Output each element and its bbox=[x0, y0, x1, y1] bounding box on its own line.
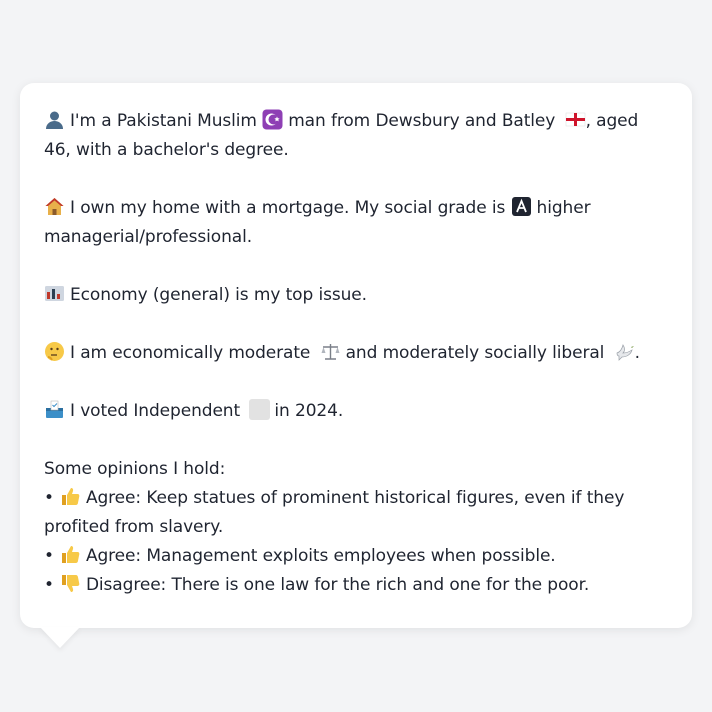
intro-paragraph: I'm a Pakistani Muslim man from Dewsbury… bbox=[44, 107, 668, 165]
house-icon bbox=[44, 196, 65, 217]
home-text-a: I own my home with a mortgage. My social… bbox=[70, 198, 506, 218]
thumbs-up-icon bbox=[60, 544, 81, 565]
opinions-heading: Some opinions I hold: bbox=[44, 459, 226, 479]
chart-card-icon bbox=[44, 283, 65, 304]
opinion-stance: Agree: bbox=[85, 546, 142, 566]
star-and-crescent-icon bbox=[262, 109, 283, 130]
bullet-marker: • bbox=[44, 488, 54, 508]
opinion-text: There is one law for the rich and one fo… bbox=[171, 575, 590, 595]
intro-text-a: I'm a Pakistani Muslim bbox=[70, 111, 257, 131]
thumbs-down-icon bbox=[60, 573, 81, 594]
ideology-text-a: I am economically moderate bbox=[70, 343, 311, 363]
vote-paragraph: I voted Independent in 2024. bbox=[44, 397, 668, 426]
bullet-marker: • bbox=[44, 546, 54, 566]
missing-party-icon bbox=[249, 399, 271, 420]
bubble-tail bbox=[40, 627, 80, 648]
person-silhouette-icon bbox=[44, 109, 65, 130]
opinion-text: Management exploits employees when possi… bbox=[146, 546, 556, 566]
balance-scale-icon bbox=[320, 341, 341, 362]
ideology-text-b: and moderately socially liberal bbox=[345, 343, 605, 363]
vote-text-b: in 2024. bbox=[274, 401, 344, 421]
thumbs-up-icon bbox=[60, 486, 81, 507]
issue-text: Economy (general) is my top issue. bbox=[70, 285, 367, 305]
dove-icon bbox=[614, 341, 635, 362]
bullet-marker: • bbox=[44, 575, 54, 595]
opinion-item: • Disagree: There is one law for the ric… bbox=[44, 571, 668, 600]
persona-message-bubble: I'm a Pakistani Muslim man from Dewsbury… bbox=[20, 83, 692, 628]
opinion-stance: Disagree: bbox=[85, 575, 167, 595]
letter-a-button-icon bbox=[511, 196, 532, 217]
opinion-item: • Agree: Keep statues of prominent histo… bbox=[44, 484, 668, 542]
opinion-item: • Agree: Management exploits employees w… bbox=[44, 542, 668, 571]
ideology-text-c: . bbox=[634, 343, 640, 363]
opinions-section: Some opinions I hold: • Agree: Keep stat… bbox=[44, 455, 668, 600]
ballot-box-icon bbox=[44, 399, 65, 420]
issue-paragraph: Economy (general) is my top issue. bbox=[44, 281, 668, 310]
home-paragraph: I own my home with a mortgage. My social… bbox=[44, 194, 668, 252]
thinking-face-icon bbox=[44, 341, 65, 362]
vote-text-a: I voted Independent bbox=[70, 401, 241, 421]
opinion-stance: Agree: bbox=[85, 488, 142, 508]
intro-text-b: man from Dewsbury and Batley bbox=[288, 111, 556, 131]
england-flag-icon bbox=[565, 109, 586, 130]
ideology-paragraph: I am economically moderate and moderatel… bbox=[44, 339, 668, 368]
